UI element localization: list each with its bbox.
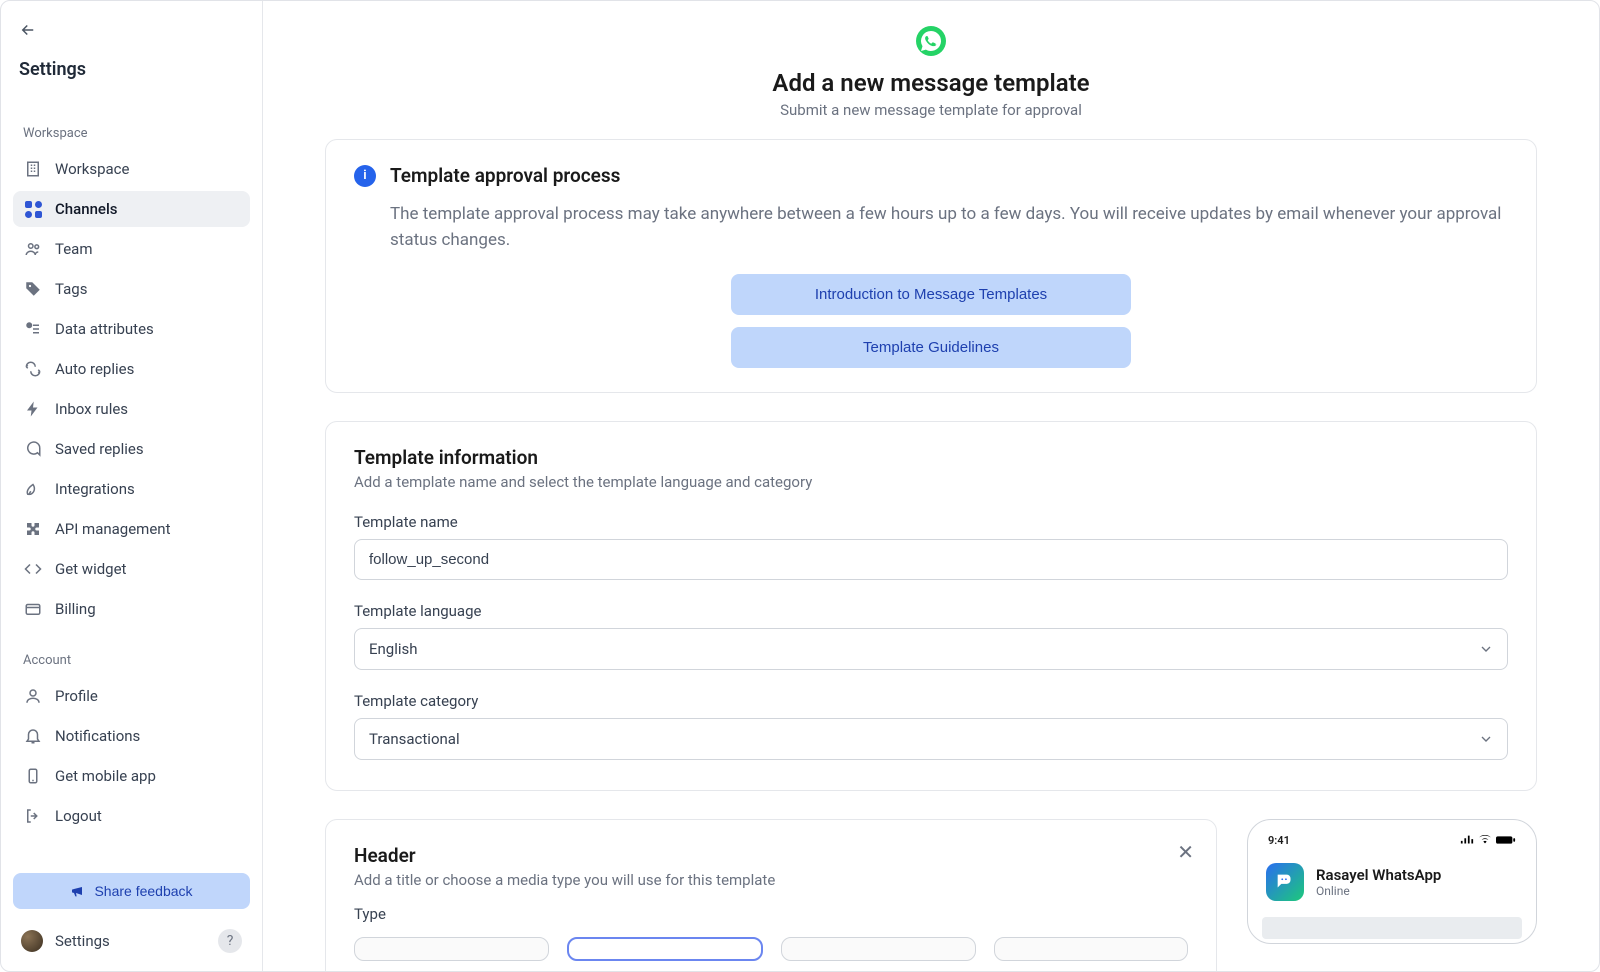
page-subtitle: Submit a new message template for approv… xyxy=(325,101,1537,119)
settings-sidebar: Settings Workspace Workspace Channels Te… xyxy=(1,1,263,971)
code-icon xyxy=(23,559,43,579)
sidebar-item-billing[interactable]: Billing xyxy=(13,591,250,627)
sidebar-item-label: Team xyxy=(55,240,93,258)
sidebar-item-label: Get mobile app xyxy=(55,767,156,785)
megaphone-icon xyxy=(70,883,86,899)
close-icon[interactable]: ✕ xyxy=(1177,840,1194,864)
template-language-select[interactable]: English xyxy=(354,628,1508,670)
sidebar-item-tags[interactable]: Tags xyxy=(13,271,250,307)
help-icon[interactable]: ? xyxy=(218,929,242,953)
sidebar-item-workspace[interactable]: Workspace xyxy=(13,151,250,187)
sidebar-item-saved-replies[interactable]: Saved replies xyxy=(13,431,250,467)
data-attributes-icon xyxy=(23,319,43,339)
sidebar-item-inbox-rules[interactable]: Inbox rules xyxy=(13,391,250,427)
sidebar-item-channels[interactable]: Channels xyxy=(13,191,250,227)
team-icon xyxy=(23,239,43,259)
sidebar-item-get-widget[interactable]: Get widget xyxy=(13,551,250,587)
header-title: Header xyxy=(354,844,1188,867)
template-guidelines-button[interactable]: Template Guidelines xyxy=(731,327,1131,368)
sidebar-item-label: Get widget xyxy=(55,560,126,578)
sidebar-item-label: Saved replies xyxy=(55,440,144,458)
phone-preview: 9:41 Rasayel WhatsApp Onl xyxy=(1247,819,1537,944)
sidebar-item-auto-replies[interactable]: Auto replies xyxy=(13,351,250,387)
template-info-card: Template information Add a template name… xyxy=(325,421,1537,791)
sidebar-item-label: Inbox rules xyxy=(55,400,128,418)
sidebar-item-label: Channels xyxy=(55,200,118,218)
tag-icon xyxy=(23,279,43,299)
sidebar-item-api-management[interactable]: API management xyxy=(13,511,250,547)
approval-title: Template approval process xyxy=(390,164,620,187)
sidebar-item-get-mobile-app[interactable]: Get mobile app xyxy=(13,758,250,794)
logout-icon xyxy=(23,806,43,826)
header-subtitle: Add a title or choose a media type you w… xyxy=(354,871,1188,889)
sidebar-item-label: Integrations xyxy=(55,480,135,498)
info-icon: i xyxy=(354,165,376,187)
header-type-label: Type xyxy=(354,905,1188,923)
template-name-input[interactable] xyxy=(354,539,1508,580)
sidebar-item-label: Workspace xyxy=(55,160,129,178)
building-icon xyxy=(23,159,43,179)
header-type-option[interactable] xyxy=(567,937,764,961)
rocket-icon xyxy=(23,479,43,499)
mobile-icon xyxy=(23,766,43,786)
preview-status: Online xyxy=(1316,884,1441,898)
sidebar-item-data-attributes[interactable]: Data attributes xyxy=(13,311,250,347)
template-info-title: Template information xyxy=(354,446,1508,469)
approval-body: The template approval process may take a… xyxy=(390,201,1508,254)
channels-icon xyxy=(23,199,43,219)
auto-replies-icon xyxy=(23,359,43,379)
template-category-select[interactable]: Transactional xyxy=(354,718,1508,760)
back-arrow-icon[interactable] xyxy=(17,19,39,41)
sidebar-item-label: Profile xyxy=(55,687,98,705)
template-language-label: Template language xyxy=(354,602,1508,620)
status-icons xyxy=(1460,835,1516,845)
bottom-settings-row[interactable]: Settings ? xyxy=(13,923,250,959)
header-type-option[interactable] xyxy=(781,937,976,961)
bottom-settings-label: Settings xyxy=(55,932,110,950)
lightning-icon xyxy=(23,399,43,419)
feedback-label: Share feedback xyxy=(94,883,192,899)
preview-channel-name: Rasayel WhatsApp xyxy=(1316,866,1441,884)
template-category-label: Template category xyxy=(354,692,1508,710)
page-title: Add a new message template xyxy=(325,69,1537,97)
sidebar-item-label: Logout xyxy=(55,807,102,825)
app-logo-icon xyxy=(1266,863,1304,901)
template-name-label: Template name xyxy=(354,513,1508,531)
puzzle-icon xyxy=(23,519,43,539)
sidebar-item-label: Data attributes xyxy=(55,320,154,338)
sidebar-title: Settings xyxy=(19,59,250,80)
sidebar-item-label: API management xyxy=(55,520,170,538)
template-info-subtitle: Add a template name and select the templ… xyxy=(354,473,1508,491)
preview-body-placeholder xyxy=(1262,917,1522,939)
approval-card: i Template approval process The template… xyxy=(325,139,1537,393)
sidebar-item-logout[interactable]: Logout xyxy=(13,798,250,834)
sidebar-item-profile[interactable]: Profile xyxy=(13,678,250,714)
chat-icon xyxy=(23,439,43,459)
profile-icon xyxy=(23,686,43,706)
main-content: Add a new message template Submit a new … xyxy=(263,1,1599,971)
section-account-label: Account xyxy=(23,653,250,668)
header-type-option[interactable] xyxy=(994,937,1189,961)
header-card: ✕ Header Add a title or choose a media t… xyxy=(325,819,1217,971)
header-type-option[interactable] xyxy=(354,937,549,961)
wallet-icon xyxy=(23,599,43,619)
intro-templates-button[interactable]: Introduction to Message Templates xyxy=(731,274,1131,315)
bell-icon xyxy=(23,726,43,746)
sidebar-item-integrations[interactable]: Integrations xyxy=(13,471,250,507)
section-workspace-label: Workspace xyxy=(23,126,250,141)
share-feedback-button[interactable]: Share feedback xyxy=(13,873,250,909)
preview-time: 9:41 xyxy=(1268,834,1290,847)
sidebar-item-label: Tags xyxy=(55,280,87,298)
whatsapp-icon xyxy=(915,25,947,57)
sidebar-item-label: Billing xyxy=(55,600,96,618)
avatar xyxy=(21,930,43,952)
sidebar-item-notifications[interactable]: Notifications xyxy=(13,718,250,754)
sidebar-item-label: Auto replies xyxy=(55,360,134,378)
sidebar-item-label: Notifications xyxy=(55,727,140,745)
sidebar-item-team[interactable]: Team xyxy=(13,231,250,267)
